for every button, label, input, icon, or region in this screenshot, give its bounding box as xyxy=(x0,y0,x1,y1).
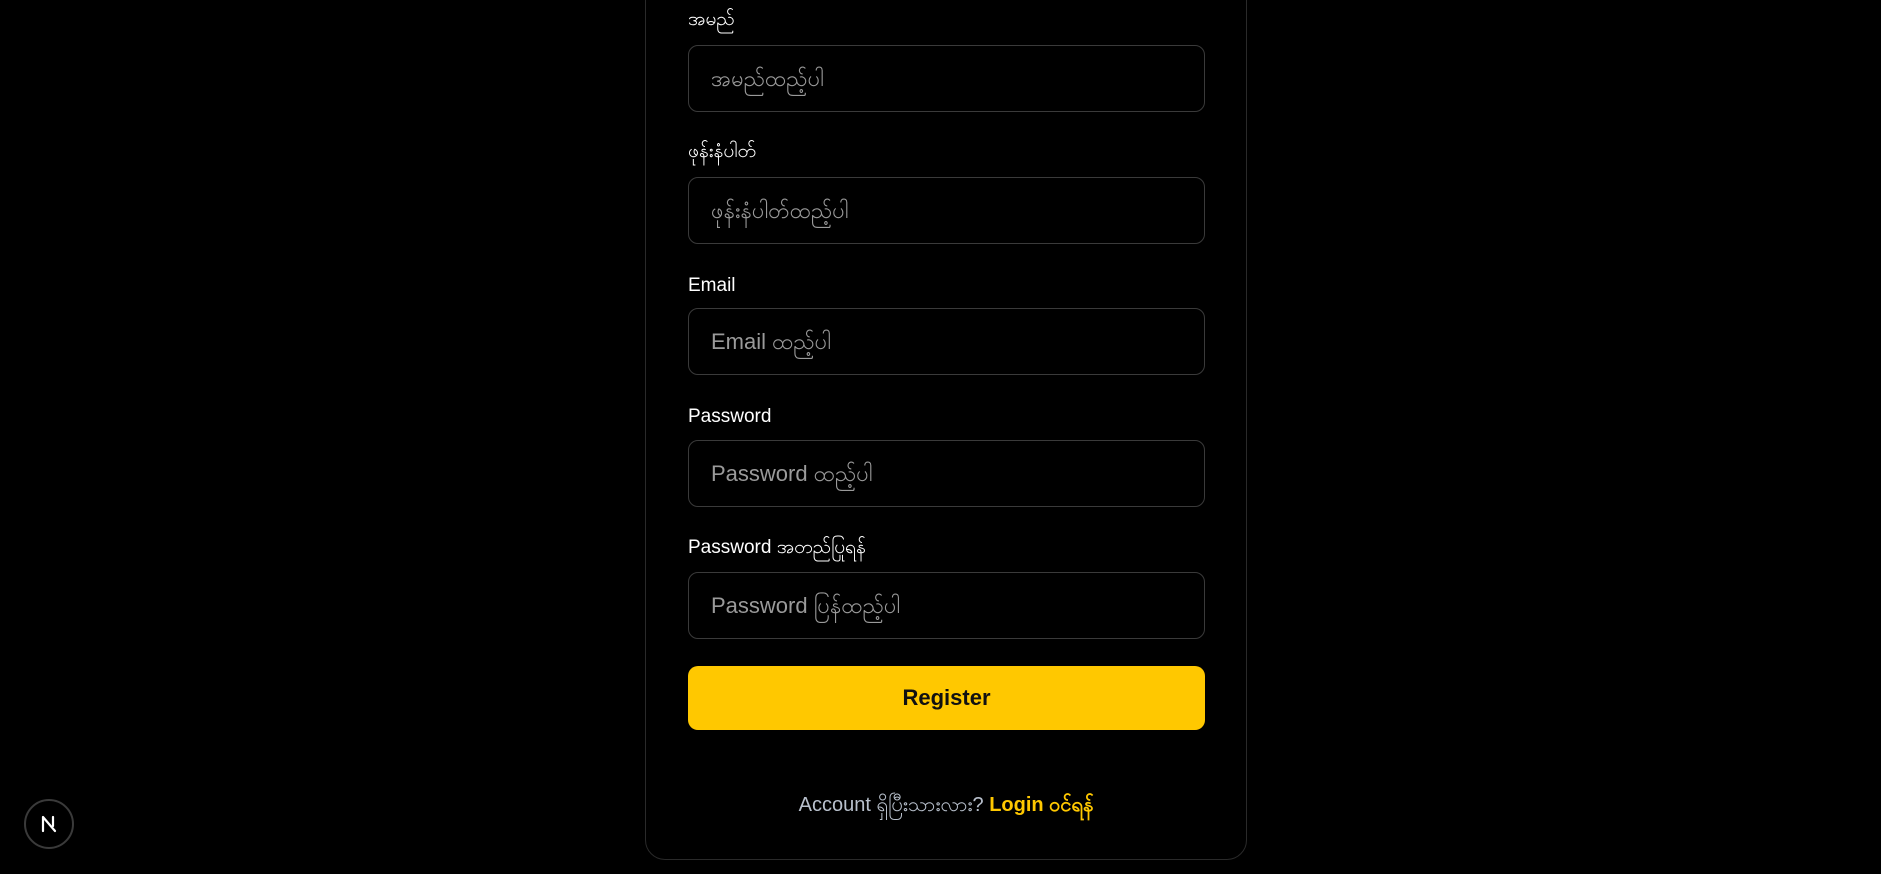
name-label: အမည် xyxy=(688,9,735,30)
email-label: Email xyxy=(688,275,736,296)
phone-input[interactable] xyxy=(688,177,1205,244)
email-input[interactable] xyxy=(688,308,1205,375)
register-card xyxy=(645,0,1247,860)
password-input[interactable] xyxy=(688,440,1205,507)
login-link[interactable]: Login ဝင်ရန် xyxy=(989,794,1093,816)
nextjs-icon xyxy=(41,815,57,833)
phone-label: ဖုန်းနံပါတ် xyxy=(688,141,756,162)
confirm-password-label: Password အတည်ပြုရန် xyxy=(688,537,866,558)
name-input[interactable] xyxy=(688,45,1205,112)
register-button[interactable]: Register xyxy=(688,666,1205,730)
confirm-password-input[interactable] xyxy=(688,572,1205,639)
password-label: Password xyxy=(688,406,772,427)
login-prompt: Account ရှိပြီးသားလား? Login ဝင်ရန် xyxy=(645,791,1247,821)
login-prompt-text: Account ရှိပြီးသားလား? xyxy=(798,794,990,816)
nextjs-dev-badge[interactable] xyxy=(24,799,74,849)
